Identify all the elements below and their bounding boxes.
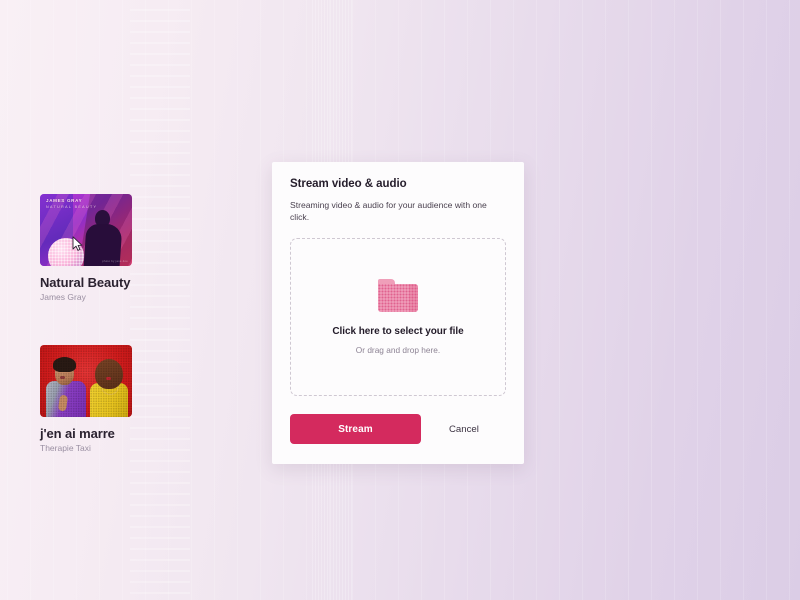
folder-icon	[378, 279, 418, 312]
dropzone-primary-label: Click here to select your file	[332, 326, 464, 337]
dialog-title: Stream video & audio	[290, 178, 407, 190]
stream-button[interactable]: Stream	[290, 414, 421, 444]
artwork-overlay-title-text: JAMES GRAY	[46, 198, 83, 203]
track-card-jen-ai-marre[interactable]: j'en ai marre Therapie Taxi	[40, 345, 132, 454]
track-title: Natural Beauty	[40, 275, 131, 290]
file-dropzone[interactable]: Click here to select your file Or drag a…	[290, 238, 506, 396]
folder-icon-shade	[409, 284, 418, 312]
folder-icon-body	[378, 284, 418, 312]
cancel-button[interactable]: Cancel	[443, 420, 485, 439]
track-list: JAMES GRAY NATURAL BEAUTY photo by jane …	[40, 194, 136, 496]
track-artist: James Gray	[40, 292, 86, 302]
artwork-silhouette-figure	[83, 210, 124, 266]
album-artwork-natural-beauty[interactable]: JAMES GRAY NATURAL BEAUTY photo by jane …	[40, 194, 132, 266]
artwork-credit-text: photo by jane doe	[102, 260, 128, 263]
artwork-overlay-title: JAMES GRAY NATURAL BEAUTY	[46, 198, 97, 210]
album-artwork-jen-ai-marre[interactable]	[40, 345, 132, 417]
dialog-header: Stream video & audio Streaming video & a…	[272, 162, 524, 223]
dialog-subtitle: Streaming video & audio for your audienc…	[290, 200, 487, 222]
artwork-halftone-overlay	[40, 345, 132, 417]
stream-dialog: Stream video & audio Streaming video & a…	[272, 162, 524, 464]
track-title: j'en ai marre	[40, 426, 115, 441]
dropzone-secondary-label: Or drag and drop here.	[355, 345, 441, 355]
track-card-natural-beauty[interactable]: JAMES GRAY NATURAL BEAUTY photo by jane …	[40, 194, 132, 303]
background-streak-band-left	[130, 0, 190, 600]
artwork-overlay-subtitle-text: NATURAL BEAUTY	[46, 205, 98, 209]
track-artist: Therapie Taxi	[40, 443, 91, 453]
mouse-cursor-icon	[72, 236, 83, 251]
dialog-footer: Stream Cancel	[272, 396, 524, 464]
